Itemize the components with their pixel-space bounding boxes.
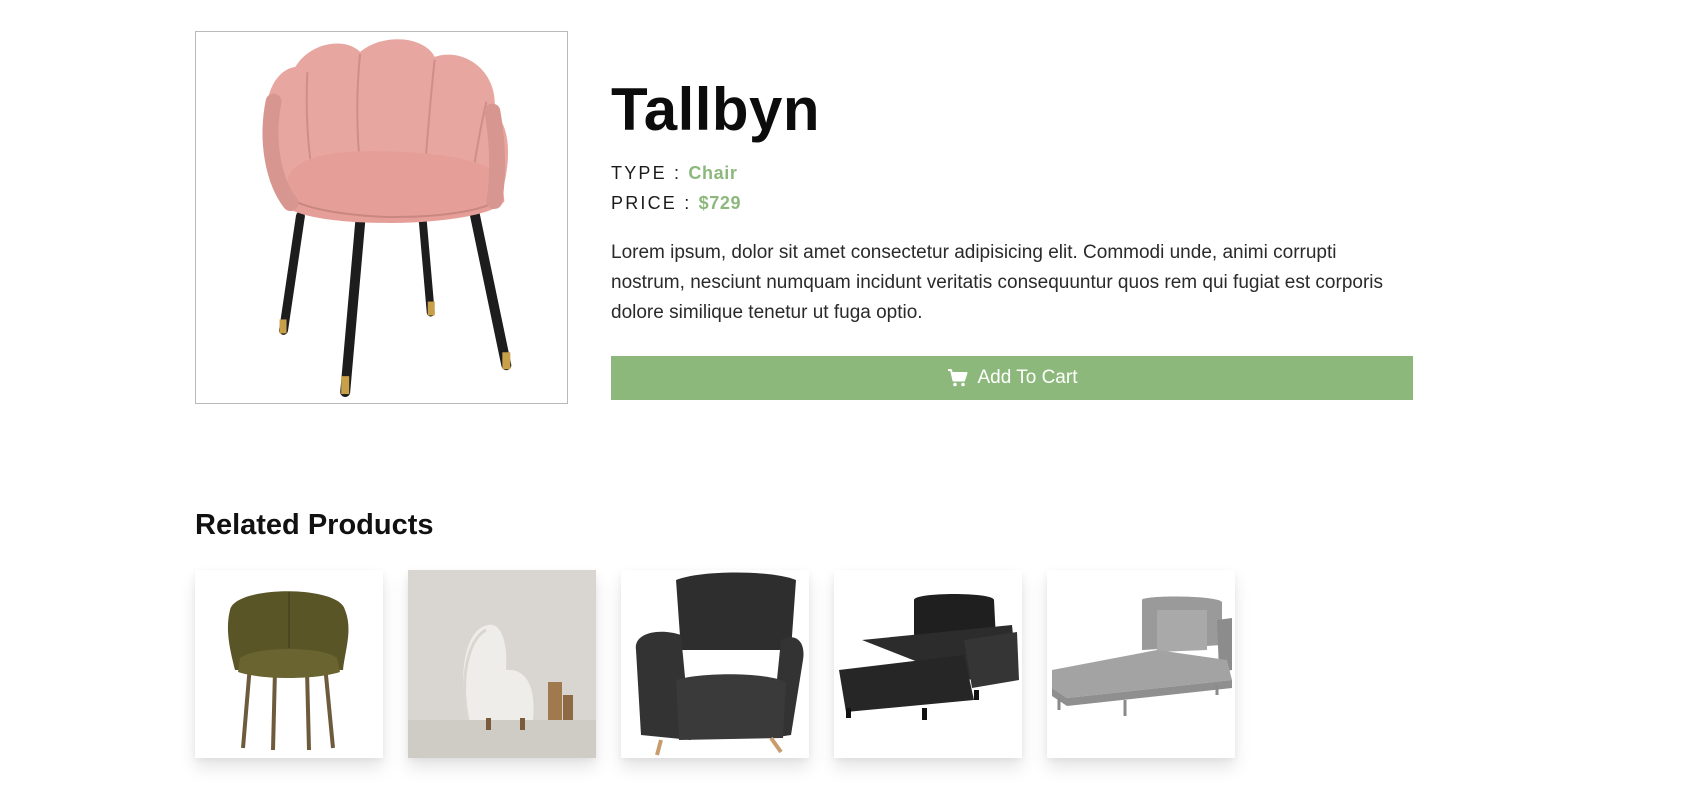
related-product-card[interactable]	[1047, 570, 1235, 758]
white-lounge-chair-icon	[408, 570, 596, 758]
product-price-row: PRICE : $729	[611, 188, 1413, 218]
product-description: Lorem ipsum, dolor sit amet consectetur …	[611, 242, 1384, 323]
add-to-cart-button[interactable]: Add To Cart	[611, 356, 1413, 400]
product-details: Tallbyn TYPE : Chair PRICE : $729 Lorem …	[611, 72, 1413, 328]
related-products-list	[195, 570, 1235, 758]
black-wingback-armchair-icon	[621, 570, 809, 758]
related-product-card[interactable]	[195, 570, 383, 758]
related-products-heading: Related Products	[195, 509, 434, 541]
type-label: TYPE :	[611, 163, 682, 183]
related-product-card[interactable]	[834, 570, 1022, 758]
shopping-cart-icon	[947, 368, 968, 388]
pink-chair-illustration	[262, 39, 512, 398]
add-to-cart-label: Add To Cart	[977, 367, 1078, 388]
price-label: PRICE :	[611, 193, 692, 213]
type-value: Chair	[688, 163, 738, 183]
product-type-row: TYPE : Chair	[611, 158, 1413, 188]
related-product-card[interactable]	[621, 570, 809, 758]
grey-chaise-lounge-icon	[1047, 570, 1235, 758]
related-product-card[interactable]	[408, 570, 596, 758]
price-value: $729	[698, 193, 742, 213]
black-chaise-sofa-icon	[834, 570, 1022, 758]
product-image	[195, 31, 568, 404]
olive-armchair-icon	[195, 570, 383, 758]
product-page: Tallbyn TYPE : Chair PRICE : $729 Lorem …	[0, 0, 1684, 786]
product-title: Tallbyn	[611, 76, 821, 143]
